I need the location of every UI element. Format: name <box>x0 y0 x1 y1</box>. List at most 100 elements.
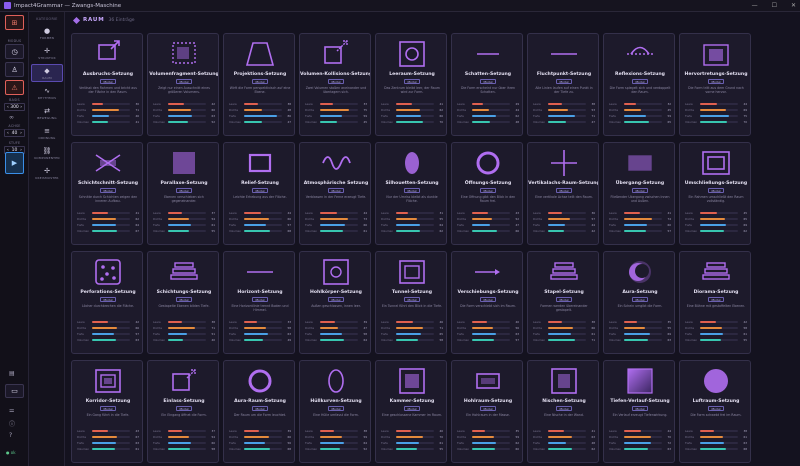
setting-card[interactable]: Reflexions-Setzung Modul Die Form spiege… <box>603 33 675 136</box>
setting-card[interactable]: Stapel-Setzung Modul Formen werden übere… <box>527 251 599 354</box>
maximize-button[interactable]: ☐ <box>772 2 777 10</box>
achse-plus[interactable]: › <box>20 131 22 136</box>
nav-item-rhythmus[interactable]: ∿ RHYTHMUS <box>31 84 63 102</box>
card-badge[interactable]: Modul <box>556 297 572 302</box>
card-badge[interactable]: Modul <box>708 79 724 84</box>
setting-card[interactable]: Vertikalachs-Raum-Setzung Modul Eine ver… <box>527 142 599 245</box>
card-badge[interactable]: Modul <box>176 79 192 84</box>
card-badge[interactable]: Modul <box>404 188 420 193</box>
setting-card[interactable]: Einlass-Setzung Modul Ein Eingang öffnet… <box>147 360 219 463</box>
setting-card[interactable]: Aura-Setzung Modul Ein Schein umgibt die… <box>603 251 675 354</box>
setting-card[interactable]: Luftraum-Setzung Modul Die Form schwebt … <box>679 360 751 463</box>
card-badge[interactable]: Modul <box>480 79 496 84</box>
setting-card[interactable]: Tiefen-Verlauf-Setzung Modul Ein Verlauf… <box>603 360 675 463</box>
panel-button[interactable]: ▭ <box>5 384 24 398</box>
card-badge[interactable]: Modul <box>708 406 724 411</box>
card-badge[interactable]: Modul <box>100 297 116 302</box>
help-icon[interactable]: ? <box>9 432 12 439</box>
setting-card[interactable]: Leeraum-Setzung Modul Das Zentrum bleibt… <box>375 33 447 136</box>
setting-card[interactable]: Atmosphärische Setzung Modul Verblassen … <box>299 142 371 245</box>
card-badge[interactable]: Modul <box>480 297 496 302</box>
mode-button-1[interactable]: ◷ <box>5 44 24 59</box>
card-badge[interactable]: Modul <box>708 188 724 193</box>
setting-card[interactable]: Nischen-Setzung Modul Eine Nische in der… <box>527 360 599 463</box>
nav-item-ordnung[interactable]: ≡ ORDNUNG <box>31 124 63 142</box>
setting-card[interactable]: Schatten-Setzung Modul Die Form erschein… <box>451 33 523 136</box>
nav-item-raum[interactable]: ◆ RAUM <box>31 64 63 82</box>
card-badge[interactable]: Modul <box>404 297 420 302</box>
card-badge[interactable]: Modul <box>708 297 724 302</box>
card-badge[interactable]: Modul <box>100 188 116 193</box>
record-button[interactable]: ⊞ <box>5 15 24 30</box>
setting-card[interactable]: Korridor-Setzung Modul Ein Gang führt in… <box>71 360 143 463</box>
setting-card[interactable]: Volumenfragment-Setzung Modul Zeigt nur … <box>147 33 219 136</box>
setting-card[interactable]: Silhouetten-Setzung Modul Nur der Umriss… <box>375 142 447 245</box>
nav-item-bewegung[interactable]: ⇄ BEWEGUNG <box>31 104 63 122</box>
card-badge[interactable]: Modul <box>480 188 496 193</box>
card-badge[interactable]: Modul <box>328 297 344 302</box>
card-badge[interactable]: Modul <box>556 406 572 411</box>
mode-button-2[interactable]: ♙ <box>5 62 24 77</box>
card-badge[interactable]: Modul <box>632 406 648 411</box>
setting-card[interactable]: Hervortretungs-Setzung Modul Die Form tr… <box>679 33 751 136</box>
card-badge[interactable]: Modul <box>556 188 572 193</box>
basis-stepper[interactable]: ‹ 300 › <box>4 103 25 111</box>
card-badge[interactable]: Modul <box>404 406 420 411</box>
info-icon[interactable]: ⓘ <box>9 419 15 428</box>
setting-card[interactable]: Perforations-Setzung Modul Löcher durchb… <box>71 251 143 354</box>
setting-card[interactable]: Ausbruchs-Setzung Modul Verlässt den Rah… <box>71 33 143 136</box>
setting-card[interactable]: Übergang-Setzung Modul Fließender Überga… <box>603 142 675 245</box>
minimize-button[interactable]: — <box>752 2 758 10</box>
basis-minus[interactable]: ‹ <box>7 105 9 110</box>
card-badge[interactable]: Modul <box>328 79 344 84</box>
setting-card[interactable]: Aura-Raum-Setzung Modul Der Raum um die … <box>223 360 295 463</box>
mode-button-3[interactable]: ⚠ <box>5 80 24 95</box>
layers-icon[interactable]: ▤ <box>9 370 15 377</box>
nav-item-kreismuster[interactable]: ✢ KREISMUSTER <box>31 164 63 182</box>
card-badge[interactable]: Modul <box>632 188 648 193</box>
card-badge[interactable]: Modul <box>480 406 496 411</box>
achse-minus[interactable]: ‹ <box>7 131 9 136</box>
link-icon[interactable]: ∞ <box>9 114 14 121</box>
setting-card[interactable]: Hüllkurven-Setzung Modul Eine Hülle umfa… <box>299 360 371 463</box>
nav-item-struktur[interactable]: ✛ STRUKTUR <box>31 44 63 62</box>
card-badge[interactable]: Modul <box>252 297 268 302</box>
setting-card[interactable]: Tunnel-Setzung Modul Ein Tunnel führt de… <box>375 251 447 354</box>
close-button[interactable]: ✕ <box>791 2 796 10</box>
play-button[interactable]: ▶ <box>5 152 24 174</box>
basis-plus[interactable]: › <box>20 105 22 110</box>
card-badge[interactable]: Modul <box>252 406 268 411</box>
setting-card[interactable]: Umschließungs-Setzung Modul Ein Rahmen u… <box>679 142 751 245</box>
card-badge[interactable]: Modul <box>632 297 648 302</box>
setting-card[interactable]: Volumen-Kollisions-Setzung Modul Zwei Vo… <box>299 33 371 136</box>
card-badge[interactable]: Modul <box>632 79 648 84</box>
card-badge[interactable]: Modul <box>176 188 192 193</box>
setting-card[interactable]: Horizont-Setzung Modul Eine Horizontlini… <box>223 251 295 354</box>
setting-card[interactable]: Diorama-Setzung Modul Eine Bühne mit ges… <box>679 251 751 354</box>
card-badge[interactable]: Modul <box>328 188 344 193</box>
setting-card[interactable]: Fluchtpunkt-Setzung Modul Alle Linien la… <box>527 33 599 136</box>
nav-item-komponenten[interactable]: ⛓ KOMPONENTEN <box>31 144 63 162</box>
card-badge[interactable]: Modul <box>176 297 192 302</box>
card-badge[interactable]: Modul <box>328 406 344 411</box>
card-badge[interactable]: Modul <box>100 79 116 84</box>
setting-card[interactable]: Schichtungs-Setzung Modul Gestapelte Ebe… <box>147 251 219 354</box>
card-badge[interactable]: Modul <box>252 188 268 193</box>
sliders-icon[interactable]: ⚌ <box>9 407 14 414</box>
setting-card[interactable]: Parallaxe-Setzung Modul Ebenen verschieb… <box>147 142 219 245</box>
setting-card[interactable]: Relief-Setzung Modul Leichte Erhebung au… <box>223 142 295 245</box>
setting-card[interactable]: Projektions-Setzung Modul Wirft die Form… <box>223 33 295 136</box>
card-badge[interactable]: Modul <box>252 79 268 84</box>
setting-card[interactable]: Verschiebungs-Setzung Modul Die Form ver… <box>451 251 523 354</box>
setting-card[interactable]: Hohlraum-Setzung Modul Ein Hohlraum in d… <box>451 360 523 463</box>
setting-card[interactable]: Hohlkörper-Setzung Modul Außen geschloss… <box>299 251 371 354</box>
card-badge[interactable]: Modul <box>404 79 420 84</box>
card-badge[interactable]: Modul <box>100 406 116 411</box>
achse-stepper[interactable]: ‹ 40 › <box>4 129 25 137</box>
setting-card[interactable]: Schichtschnitt-Setzung Modul Schnitte du… <box>71 142 143 245</box>
setting-card[interactable]: Öffnungs-Setzung Modul Eine Öffnung gibt… <box>451 142 523 245</box>
nav-item-formen[interactable]: ● FORMEN <box>31 24 63 42</box>
card-badge[interactable]: Modul <box>176 406 192 411</box>
card-badge[interactable]: Modul <box>556 79 572 84</box>
setting-card[interactable]: Kammer-Setzung Modul Eine geschlossene K… <box>375 360 447 463</box>
